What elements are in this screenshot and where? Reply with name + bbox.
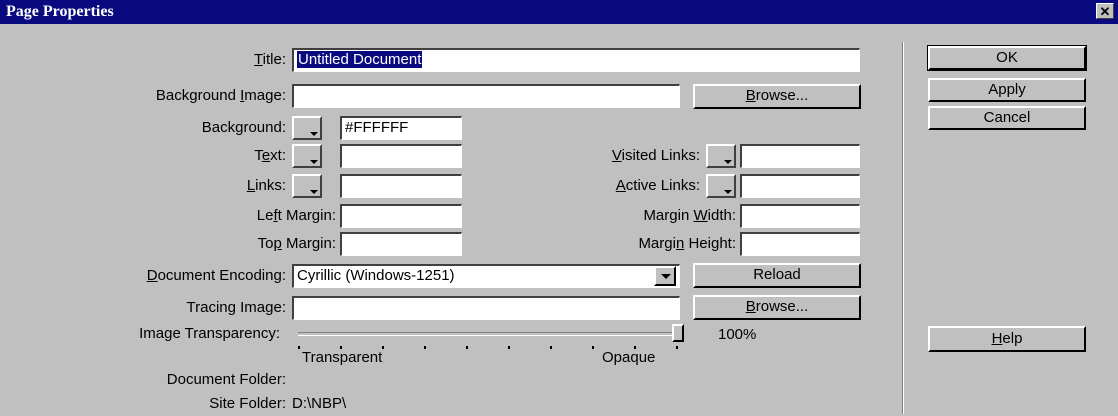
visited-links-input[interactable] [740, 144, 860, 168]
top-margin-label: Top Margin: [257, 235, 336, 252]
slider-tick [298, 346, 300, 349]
slider-tick [508, 346, 510, 349]
encoding-label: Document Encoding: [146, 267, 286, 284]
visited-links-swatch[interactable] [706, 144, 736, 168]
image-transparency-label: Image Transparency: [139, 325, 280, 342]
encoding-dropdown-button[interactable] [654, 266, 676, 286]
active-links-swatch[interactable] [706, 174, 736, 198]
ok-button[interactable]: OK [927, 45, 1087, 71]
apply-button[interactable]: Apply [928, 78, 1086, 102]
links-color-input[interactable] [340, 174, 462, 198]
bg-image-browse-button[interactable]: Browse... [693, 84, 861, 109]
vertical-divider [902, 42, 904, 414]
bg-image-input[interactable] [292, 84, 680, 108]
title-bar[interactable]: Page Properties ✕ [0, 0, 1118, 24]
opaque-label: Opaque [602, 349, 656, 366]
encoding-value: Cyrillic (Windows-1251) [297, 267, 455, 284]
title-label: Title: [254, 51, 286, 68]
chevron-down-icon [310, 190, 318, 194]
left-margin-label: Left Margin: [256, 207, 336, 224]
slider-tick [592, 346, 594, 349]
site-folder-value: D:\NBP\ [292, 395, 347, 412]
help-button[interactable]: Help [928, 326, 1086, 352]
active-links-input[interactable] [740, 174, 860, 198]
background-color-input[interactable]: #FFFFFF [340, 116, 462, 140]
margin-height-input[interactable] [740, 232, 860, 256]
slider-tick [424, 346, 426, 349]
tracing-image-label: Tracing Image: [186, 299, 287, 316]
page-properties-dialog: Page Properties ✕ Title: Untitled Docume… [0, 0, 1118, 414]
bg-image-label: Background Image: [155, 87, 286, 104]
encoding-select[interactable]: Cyrillic (Windows-1251) [292, 264, 680, 288]
links-color-swatch[interactable] [292, 174, 322, 198]
margin-width-label: Margin Width: [643, 207, 736, 224]
transparency-value: 100% [718, 326, 757, 343]
margin-width-input[interactable] [740, 204, 860, 228]
tracing-image-input[interactable] [292, 296, 680, 320]
links-label: Links: [246, 177, 286, 194]
transparency-slider-thumb[interactable] [672, 324, 684, 342]
title-input[interactable]: Untitled Document [292, 48, 860, 72]
site-folder-label: Site Folder: [209, 395, 286, 412]
text-color-input[interactable] [340, 144, 462, 168]
slider-tick [550, 346, 552, 349]
close-button[interactable]: ✕ [1096, 3, 1114, 19]
text-color-swatch[interactable] [292, 144, 322, 168]
reload-button[interactable]: Reload [693, 263, 861, 288]
text-label: Text: [254, 147, 286, 164]
chevron-down-icon [310, 132, 318, 136]
cancel-button[interactable]: Cancel [928, 106, 1086, 130]
transparent-label: Transparent [302, 349, 383, 366]
chevron-down-icon [310, 160, 318, 164]
background-color-swatch[interactable] [292, 116, 322, 140]
margin-height-label: Margin Height: [638, 235, 736, 252]
dialog-title: Page Properties [6, 3, 114, 20]
title-value: Untitled Document [297, 51, 423, 68]
document-folder-label: Document Folder: [166, 371, 286, 388]
active-links-label: Active Links: [615, 177, 700, 194]
chevron-down-icon [724, 160, 732, 164]
tracing-image-browse-button[interactable]: Browse... [693, 295, 861, 320]
chevron-down-icon [724, 190, 732, 194]
slider-tick [466, 346, 468, 349]
background-label: Background: [201, 119, 286, 136]
top-margin-input[interactable] [340, 232, 462, 256]
slider-tick [676, 346, 678, 349]
left-margin-input[interactable] [340, 204, 462, 228]
chevron-down-icon [661, 274, 671, 279]
visited-links-label: Visited Links: [611, 147, 700, 164]
transparency-slider-track[interactable] [298, 332, 684, 336]
